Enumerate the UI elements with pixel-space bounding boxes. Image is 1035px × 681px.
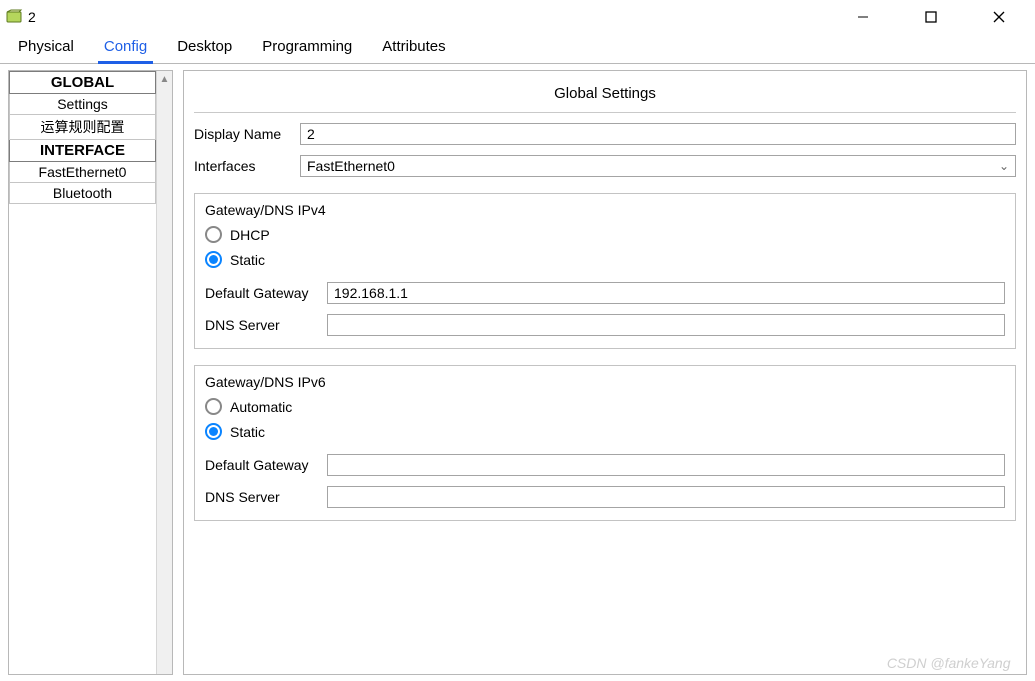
ipv4-dns-input[interactable] <box>327 314 1005 336</box>
ipv6-static-radio[interactable] <box>205 423 222 440</box>
ipv6-gateway-row: Default Gateway <box>205 454 1005 476</box>
interfaces-label: Interfaces <box>194 158 294 174</box>
ipv4-dns-label: DNS Server <box>205 317 321 333</box>
interfaces-row: Interfaces FastEthernet0 ⌄ <box>194 155 1016 177</box>
ipv6-dns-row: DNS Server <box>205 486 1005 508</box>
ipv4-dhcp-radio[interactable] <box>205 226 222 243</box>
ipv6-dns-label: DNS Server <box>205 489 321 505</box>
sidebar-header-global: GLOBAL <box>9 71 156 94</box>
ipv4-gateway-label: Default Gateway <box>205 285 321 301</box>
interfaces-select[interactable]: FastEthernet0 ⌄ <box>300 155 1016 177</box>
sidebar: GLOBAL Settings 运算规则配置 INTERFACE FastEth… <box>9 71 156 674</box>
ipv4-static-radio[interactable] <box>205 251 222 268</box>
window-controls <box>841 2 1027 32</box>
ipv6-gateway-label: Default Gateway <box>205 457 321 473</box>
sidebar-item-bluetooth[interactable]: Bluetooth <box>9 183 156 204</box>
sidebar-item-settings[interactable]: Settings <box>9 94 156 115</box>
interfaces-value: FastEthernet0 <box>307 158 395 174</box>
maximize-button[interactable] <box>909 2 953 32</box>
display-name-row: Display Name 2 <box>194 123 1016 145</box>
ipv4-dhcp-label: DHCP <box>230 227 270 243</box>
tab-config[interactable]: Config <box>98 32 153 63</box>
ipv4-gateway-input[interactable]: 192.168.1.1 <box>327 282 1005 304</box>
main-panel: Global Settings Display Name 2 Interface… <box>183 70 1027 675</box>
ipv6-auto-radio[interactable] <box>205 398 222 415</box>
panel-title: Global Settings <box>194 85 1016 113</box>
tab-attributes[interactable]: Attributes <box>376 32 451 63</box>
ipv6-group: Gateway/DNS IPv6 Automatic Static Defaul… <box>194 365 1016 521</box>
ipv6-auto-row[interactable]: Automatic <box>205 394 1005 419</box>
sidebar-container: GLOBAL Settings 运算规则配置 INTERFACE FastEth… <box>8 70 173 675</box>
ipv4-dns-row: DNS Server <box>205 314 1005 336</box>
titlebar: 2 <box>0 0 1035 34</box>
ipv6-dns-input[interactable] <box>327 486 1005 508</box>
scroll-up-icon[interactable]: ▲ <box>157 71 172 87</box>
chevron-down-icon: ⌄ <box>999 159 1009 173</box>
tab-programming[interactable]: Programming <box>256 32 358 63</box>
display-name-input[interactable]: 2 <box>300 123 1016 145</box>
ipv4-gateway-row: Default Gateway 192.168.1.1 <box>205 282 1005 304</box>
tab-desktop[interactable]: Desktop <box>171 32 238 63</box>
ipv6-title: Gateway/DNS IPv6 <box>205 374 1005 394</box>
window-title: 2 <box>28 9 36 25</box>
ipv4-group: Gateway/DNS IPv4 DHCP Static Default Gat… <box>194 193 1016 349</box>
ipv4-static-row[interactable]: Static <box>205 247 1005 272</box>
sidebar-scrollbar[interactable]: ▲ <box>156 71 172 674</box>
ipv4-title: Gateway/DNS IPv4 <box>205 202 1005 222</box>
ipv6-static-row[interactable]: Static <box>205 419 1005 444</box>
ipv4-gateway-value: 192.168.1.1 <box>334 285 408 301</box>
display-name-value: 2 <box>307 126 315 142</box>
sidebar-header-interface: INTERFACE <box>9 140 156 162</box>
sidebar-item-algorithm[interactable]: 运算规则配置 <box>9 115 156 140</box>
close-button[interactable] <box>977 2 1021 32</box>
display-name-label: Display Name <box>194 126 294 142</box>
ipv6-static-label: Static <box>230 424 265 440</box>
tab-bar: Physical Config Desktop Programming Attr… <box>0 34 1035 64</box>
minimize-button[interactable] <box>841 2 885 32</box>
tab-physical[interactable]: Physical <box>12 32 80 63</box>
ipv6-auto-label: Automatic <box>230 399 292 415</box>
sidebar-item-fastethernet0[interactable]: FastEthernet0 <box>9 162 156 183</box>
ipv6-gateway-input[interactable] <box>327 454 1005 476</box>
ipv4-dhcp-row[interactable]: DHCP <box>205 222 1005 247</box>
ipv4-static-label: Static <box>230 252 265 268</box>
content-area: GLOBAL Settings 运算规则配置 INTERFACE FastEth… <box>0 64 1035 681</box>
app-icon <box>4 7 24 27</box>
